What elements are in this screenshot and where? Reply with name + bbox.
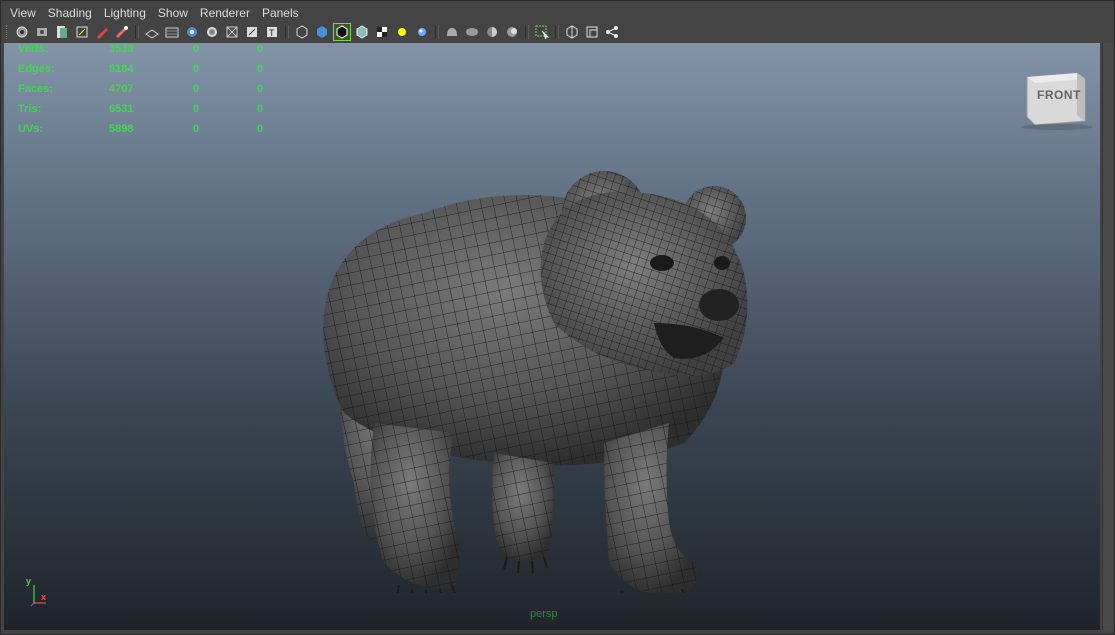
hud-value: 6531	[109, 103, 134, 115]
menu-shading[interactable]: Shading	[42, 6, 98, 20]
hud-value: 0	[257, 43, 264, 55]
hud-value: 0	[193, 63, 200, 75]
panel-toolbar: T	[4, 22, 1101, 42]
ambient-occlusion-icon[interactable]	[444, 24, 460, 40]
hud-value: 0	[257, 63, 264, 75]
field-chart-icon[interactable]	[224, 24, 240, 40]
hud-value: 0	[193, 43, 200, 55]
toolbar-grip[interactable]	[6, 25, 10, 39]
hud-label: Verts:	[18, 43, 49, 55]
menu-view[interactable]: View	[4, 6, 42, 20]
safe-action-icon[interactable]	[244, 24, 260, 40]
hud-label: Edges:	[18, 63, 55, 75]
textured-icon[interactable]	[374, 24, 390, 40]
hud-label: Faces:	[18, 83, 53, 95]
hud-value: 0	[257, 123, 264, 135]
svg-text:T: T	[269, 28, 275, 38]
toolbar-separator	[135, 25, 139, 39]
hud-value: 3538	[109, 43, 134, 55]
depth-of-field-icon[interactable]	[504, 24, 520, 40]
2d-pan-zoom-icon[interactable]	[74, 24, 90, 40]
toolbar-separator	[555, 25, 559, 39]
motion-blur-icon[interactable]	[464, 24, 480, 40]
gate-mask-icon[interactable]	[204, 24, 220, 40]
hud-value: 5898	[109, 123, 134, 135]
hud-value: 4707	[109, 83, 134, 95]
camera-tool-icon[interactable]	[114, 24, 130, 40]
viewcube-label[interactable]: FRONT	[1037, 88, 1081, 102]
hud-value: 0	[193, 103, 200, 115]
menu-panels[interactable]: Panels	[256, 6, 305, 20]
resolution-gate-icon[interactable]	[184, 24, 200, 40]
axis-y-label: y	[26, 576, 32, 586]
hud-value: 0	[257, 83, 264, 95]
isolate-select-icon[interactable]	[534, 24, 550, 40]
film-gate-icon[interactable]	[164, 24, 180, 40]
show-hierarchy-icon[interactable]	[604, 24, 620, 40]
camera-bookmark-icon[interactable]	[34, 24, 50, 40]
hud-value: 0	[257, 103, 264, 115]
camera-attributes-icon[interactable]	[14, 24, 30, 40]
3d-viewport[interactable]: Verts: 3538 0 0 Edges: 8184 0 0 Faces: 4707 0 0 Tris…	[4, 43, 1100, 630]
axis-x-label: x	[41, 592, 47, 602]
wireframe-on-shaded-icon[interactable]	[333, 23, 351, 41]
menu-lighting[interactable]: Lighting	[98, 6, 152, 20]
panel-menu-bar: View Shading Lighting Show Renderer Pane…	[4, 4, 1101, 22]
xray-active-icon[interactable]	[584, 24, 600, 40]
toolbar-separator	[525, 25, 529, 39]
toolbar-separator	[435, 25, 439, 39]
shadows-icon[interactable]	[414, 24, 430, 40]
lights-icon[interactable]	[394, 24, 410, 40]
xray-joints-icon[interactable]	[564, 24, 580, 40]
viewport-scrollbar[interactable]	[1102, 43, 1113, 630]
menu-show[interactable]: Show	[152, 6, 194, 20]
bear-model[interactable]	[304, 123, 764, 593]
image-plane-icon[interactable]	[54, 24, 70, 40]
hud-value: 0	[193, 83, 200, 95]
hud-value: 8184	[109, 63, 134, 75]
camera-name-label: persp	[530, 608, 558, 620]
smooth-shade-icon[interactable]	[314, 24, 330, 40]
multisample-icon[interactable]	[484, 24, 500, 40]
grid-icon[interactable]	[144, 24, 160, 40]
toolbar-separator	[285, 25, 289, 39]
wireframe-icon[interactable]	[294, 24, 310, 40]
safe-title-icon[interactable]: T	[264, 24, 280, 40]
hud-label: UVs:	[18, 123, 44, 135]
xray-icon[interactable]	[354, 24, 370, 40]
grease-pencil-icon[interactable]	[94, 24, 110, 40]
menu-renderer[interactable]: Renderer	[194, 6, 256, 20]
hud-label: Tris:	[18, 103, 42, 115]
hud-value: 0	[193, 123, 200, 135]
